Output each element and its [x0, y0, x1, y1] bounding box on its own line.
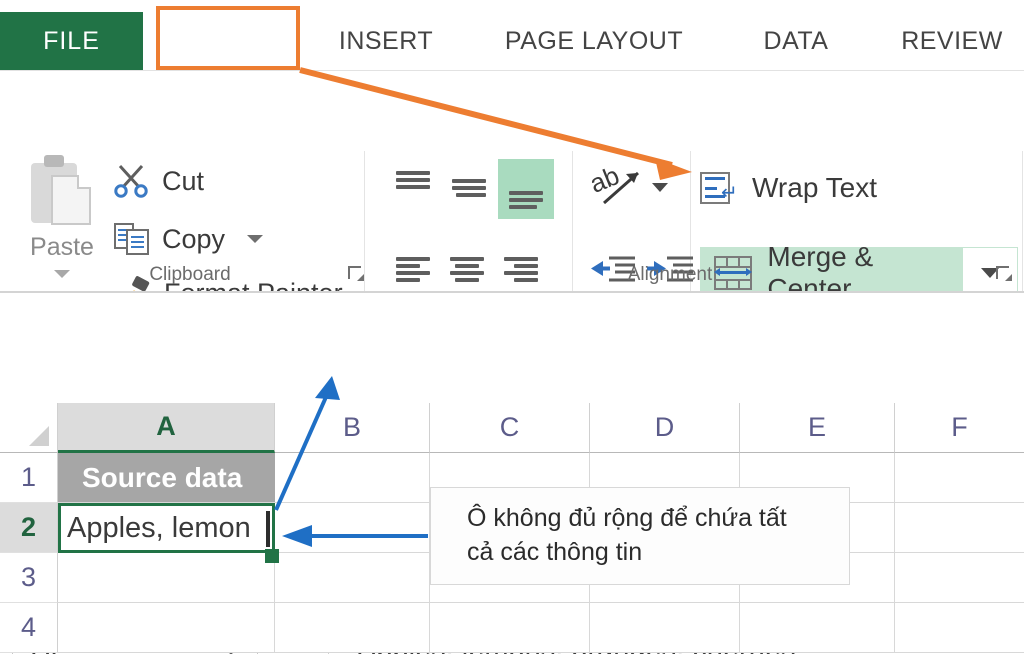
tab-insert-label: INSERT [338, 26, 434, 55]
align-right-button[interactable] [498, 249, 544, 291]
row-header-3-label: 3 [20, 562, 37, 592]
cell-a2[interactable]: Apples, lemon [58, 503, 275, 553]
column-header-f-label: F [951, 412, 968, 442]
alignment-dialog-launcher-icon[interactable] [996, 266, 1012, 282]
svg-text:ab: ab [590, 163, 623, 199]
annotation-callout-text: Ô không đủ rộng để chứa tất cả các thông… [431, 502, 805, 570]
scissors-icon [114, 164, 148, 198]
row-header-1-label: 1 [20, 462, 37, 492]
align-bottom-button[interactable] [498, 159, 554, 219]
align-middle-button[interactable] [446, 167, 492, 209]
cell-a1[interactable]: Source data [58, 453, 275, 503]
column-header-c[interactable]: C [430, 403, 590, 453]
cell-b4[interactable] [275, 603, 430, 653]
align-top-button[interactable] [390, 163, 436, 205]
row-header-2-label: 2 [20, 512, 37, 542]
clipboard-dialog-launcher-icon[interactable] [348, 266, 364, 282]
paste-button-label: Paste [30, 233, 94, 261]
copy-button-label: Copy [162, 223, 226, 254]
wrap-text-label: Wrap Text [752, 172, 878, 203]
paste-dropdown-caret-icon[interactable] [54, 270, 70, 278]
select-all-corner[interactable] [0, 403, 58, 453]
excel-window: FILE HOME INSERT PAGE LAYOUT DATA REVIEW [0, 0, 1024, 654]
column-header-b[interactable]: B [275, 403, 430, 453]
cell-f3[interactable] [895, 553, 1024, 603]
cell-b3[interactable] [275, 553, 430, 603]
column-header-a-label: A [156, 411, 176, 441]
cut-button[interactable]: Cut [114, 159, 204, 203]
wrap-text-button[interactable]: ↵ Wrap Text [700, 163, 1000, 213]
align-middle-icon [452, 175, 486, 201]
tab-review[interactable]: REVIEW [880, 12, 1024, 70]
clipboard-icon [27, 155, 97, 229]
row-header-1[interactable]: 1 [0, 453, 58, 503]
align-left-icon [396, 257, 430, 283]
align-center-button[interactable] [444, 249, 490, 291]
ribbon-tab-bar: FILE HOME INSERT PAGE LAYOUT DATA REVIEW [0, 0, 1024, 70]
copy-button[interactable]: Copy [114, 217, 264, 261]
wrap-text-icon: ↵ [700, 170, 738, 206]
formula-bar-area: A2 Apples, lemons, oranges, cherries [0, 293, 1024, 654]
cell-f1[interactable] [895, 453, 1024, 503]
tab-page-layout-label: PAGE LAYOUT [504, 26, 684, 55]
orientation-button[interactable]: ab [585, 160, 650, 211]
fill-handle[interactable] [265, 549, 279, 563]
copy-icon [114, 223, 149, 255]
column-header-a[interactable]: A [58, 403, 275, 453]
tab-review-label: REVIEW [901, 26, 1003, 55]
cell-e4[interactable] [740, 603, 895, 653]
cut-button-label: Cut [162, 165, 205, 196]
column-header-e[interactable]: E [740, 403, 895, 453]
annotation-line-1: Ô không đủ rộng để chứa tất [467, 504, 787, 533]
column-header-e-label: E [807, 412, 826, 442]
row-header-3[interactable]: 3 [0, 553, 58, 603]
cell-a2-value: Apples, lemon [67, 511, 251, 544]
home-tab-highlight-box [156, 6, 300, 70]
orientation-dropdown-caret-icon[interactable] [652, 183, 668, 192]
column-header-c-label: C [499, 412, 520, 442]
annotation-callout: Ô không đủ rộng để chứa tất cả các thông… [430, 487, 850, 585]
align-left-button[interactable] [390, 249, 436, 291]
tab-data[interactable]: DATA [736, 12, 856, 70]
column-header-b-label: B [342, 412, 361, 442]
align-top-icon [396, 171, 430, 197]
copy-dropdown-caret-icon[interactable] [247, 235, 264, 243]
cell-a1-value: Source data [82, 461, 243, 493]
group-label-alignment: Alignment [627, 264, 713, 285]
column-header-d[interactable]: D [590, 403, 740, 453]
cell-c4[interactable] [430, 603, 590, 653]
cell-d4[interactable] [590, 603, 740, 653]
cell-a4[interactable] [58, 603, 275, 653]
text-orientation-icon: ab [585, 160, 639, 205]
cell-f2[interactable] [895, 503, 1024, 553]
align-center-icon [450, 257, 484, 283]
column-header-f[interactable]: F [895, 403, 1024, 453]
ribbon: Paste Cut Copy Clipboard ab ↵ Wrap Text … [0, 70, 1024, 329]
tab-insert[interactable]: INSERT [320, 12, 452, 70]
cell-f4[interactable] [895, 603, 1024, 653]
cell-b1[interactable] [275, 453, 430, 503]
group-label-clipboard: Clipboard [149, 264, 231, 285]
align-bottom-icon [509, 181, 543, 211]
column-header-d-label: D [654, 412, 675, 442]
annotation-line-2: cả các thông tin [467, 538, 643, 566]
paste-button[interactable]: Paste [14, 155, 110, 305]
align-right-icon [504, 257, 538, 283]
row-header-4-label: 4 [20, 612, 37, 642]
cell-b2[interactable] [275, 503, 430, 553]
tab-file[interactable]: FILE [0, 12, 143, 70]
text-cursor [266, 511, 270, 547]
tab-page-layout[interactable]: PAGE LAYOUT [470, 12, 718, 70]
row-header-4[interactable]: 4 [0, 603, 58, 653]
tab-data-label: DATA [763, 26, 829, 55]
cell-a3[interactable] [58, 553, 275, 603]
row-header-2[interactable]: 2 [0, 503, 58, 553]
tab-file-label: FILE [43, 26, 100, 55]
